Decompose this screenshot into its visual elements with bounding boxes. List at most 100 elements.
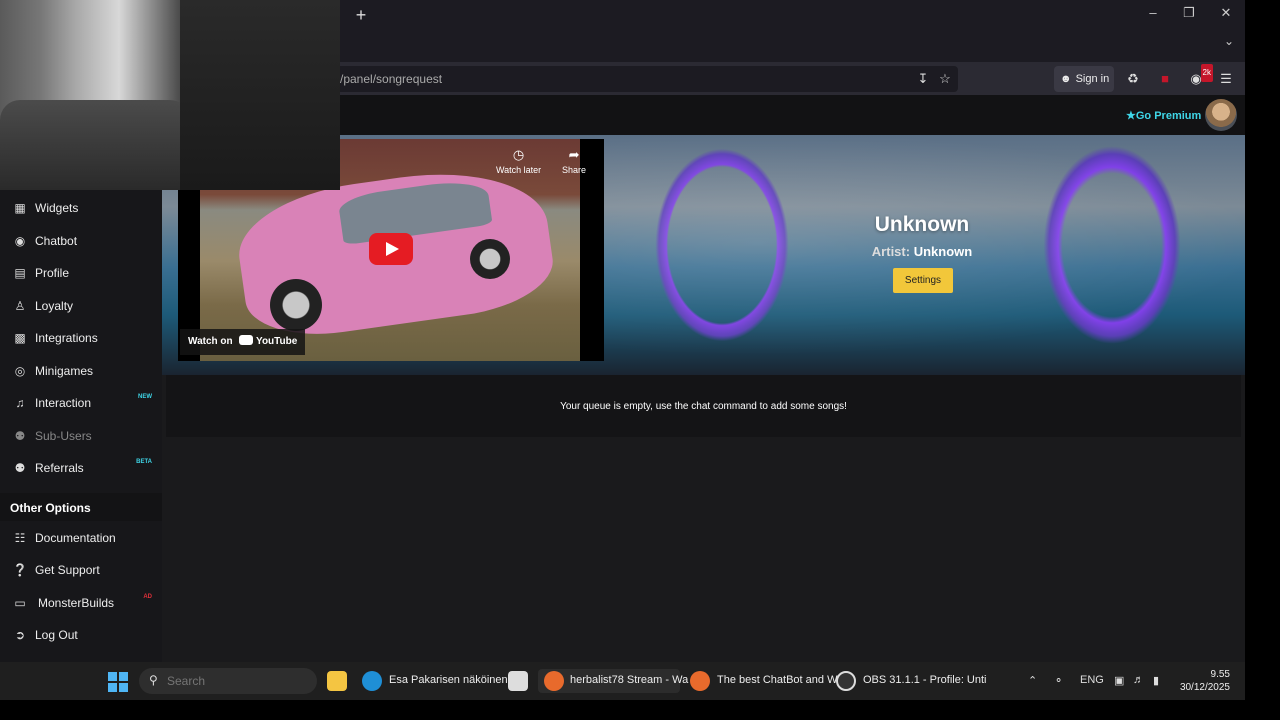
sidebar-item-loyalty[interactable]: ♙ Loyalty (0, 291, 162, 321)
song-title: Unknown (874, 213, 970, 236)
song-queue: Your queue is empty, use the chat comman… (166, 375, 1241, 437)
url-text[interactable]: /panel/songrequest (340, 72, 442, 86)
search-input[interactable] (167, 672, 307, 690)
sidebar-item-chatbot[interactable]: ◉ Chatbot (0, 226, 162, 256)
settings-button[interactable]: Settings (893, 268, 953, 293)
watch-on-label: Watch on (188, 336, 233, 347)
taskbar-clock[interactable]: 9.55 30/12/2025 (1174, 668, 1230, 694)
firefox-icon (690, 671, 710, 691)
clock-time: 9.55 (1210, 669, 1230, 680)
extension-badge-icon[interactable]: ◉ 2k (1187, 64, 1213, 88)
taskbar-app-firefox-chatbot[interactable]: The best ChatBot and W (690, 669, 837, 693)
beta-badge: BETA (136, 459, 152, 465)
extension-red-icon[interactable]: ■ (1156, 70, 1174, 88)
sidebar-item-referrals[interactable]: ⚉ Referrals BETA (0, 453, 162, 483)
share-button[interactable]: ➦ Share (562, 147, 586, 175)
sidebar-item-label: MonsterBuilds (38, 596, 115, 610)
sidebar-item-label: Profile (35, 266, 70, 280)
watch-later-label: Watch later (496, 165, 542, 175)
sidebar-item-log-out[interactable]: ➲ Log Out (0, 620, 162, 650)
ad-badge: AD (143, 594, 152, 600)
battery-icon[interactable]: ▮ (1153, 674, 1159, 687)
sidebar-item-widgets[interactable]: ▦ Widgets (0, 193, 162, 223)
sign-in-button[interactable]: ☻ Sign in (1054, 66, 1114, 92)
minimize-button[interactable]: – (1138, 2, 1168, 24)
go-premium-link[interactable]: ★Go Premium (1126, 109, 1201, 122)
watch-on-youtube-link[interactable]: Watch on YouTube (180, 329, 306, 355)
extension-badge: 2k (1200, 64, 1213, 82)
sidebar-item-sub-users[interactable]: ⚉ Sub-Users (0, 421, 162, 451)
windows-start-icon[interactable] (108, 672, 128, 692)
close-button[interactable]: ✕ (1211, 2, 1241, 24)
sidebar-item-label: Integrations (35, 331, 98, 345)
taskbar-app-obs[interactable]: OBS 31.1.1 - Profile: Unti (836, 669, 987, 693)
go-premium-label: Go Premium (1135, 110, 1202, 122)
main-content: ◷ Watch later ➦ Share Watch on YouTube Unk… (162, 135, 1245, 662)
taskbar-app-firefox-stream[interactable]: herbalist78 Stream - Wa (538, 669, 688, 693)
star-icon: ★ (1126, 110, 1136, 122)
sidebar-item-integrations[interactable]: ▩ Integrations (0, 323, 162, 353)
url-bar[interactable]: /panel/songrequest ↧ ☆ (330, 66, 958, 92)
sidebar-item-monsterbuilds[interactable]: ▭ MonsterBuilds AD (0, 588, 162, 618)
account-icon: ☻ (1060, 73, 1072, 85)
sidebar-item-minigames[interactable]: ◎ Minigames (0, 356, 162, 386)
tray-overflow-icon[interactable]: ⌃ (1028, 674, 1037, 687)
sign-in-label: Sign in (1075, 73, 1110, 85)
share-label: Share (562, 165, 587, 175)
sidebar-item-label: Log Out (35, 628, 78, 642)
wheel (470, 239, 510, 279)
chevron-down-icon[interactable]: ⌄ (1218, 34, 1240, 54)
taskbar: ⚲ Esa Pakarisen näköinen herbalist78 Str… (0, 662, 1245, 700)
avatar[interactable] (1205, 99, 1237, 131)
sidebar-item-label: Widgets (35, 201, 79, 215)
youtube-play-button[interactable] (369, 233, 413, 265)
file-explorer-icon[interactable] (327, 669, 349, 693)
id-card-icon: ▤ (14, 266, 26, 280)
sidebar-item-profile[interactable]: ▤ Profile (0, 258, 162, 288)
wheel (270, 279, 322, 331)
other-options-heading: Other Options (0, 493, 162, 521)
sidebar-item-label: Loyalty (35, 299, 74, 313)
grid-icon: ▦ (14, 201, 26, 215)
artist-label: Artist: (871, 244, 911, 259)
restore-button[interactable]: ❐ (1174, 2, 1204, 24)
laptop-icon: ▭ (14, 596, 26, 610)
sidebar-item-documentation[interactable]: ☷ Documentation (0, 523, 162, 553)
store-bag-icon (508, 671, 528, 691)
taskbar-app-edge[interactable]: Esa Pakarisen näköinen (362, 669, 508, 693)
sidebar-item-label: Sub-Users (35, 429, 92, 443)
menu-icon[interactable]: ☰ (1217, 70, 1235, 88)
sidebar-item-label: Minigames (35, 364, 94, 378)
store-icon[interactable] (508, 669, 530, 693)
book-icon: ☷ (14, 531, 26, 545)
microphone-icon[interactable]: ⚬ (1054, 674, 1063, 687)
youtube-logo-icon (239, 335, 254, 345)
bookmark-star-icon[interactable]: ☆ (937, 71, 953, 87)
gamepad-icon: ◎ (14, 364, 26, 378)
youtube-label: YouTube (256, 336, 298, 347)
edge-icon (362, 671, 382, 691)
sidebar-item-label: Interaction (35, 396, 92, 410)
watch-later-button[interactable]: ◷ Watch later (496, 147, 541, 175)
webcam-person (180, 0, 340, 190)
obs-icon (836, 671, 856, 691)
webcam-overlay (0, 0, 340, 190)
new-badge: NEW (138, 394, 152, 400)
sidebar-item-get-support[interactable]: ❔ Get Support (0, 555, 162, 585)
sidebar-item-label: Get Support (35, 563, 100, 577)
save-page-icon[interactable]: ↧ (915, 71, 931, 87)
sidebar-item-interaction[interactable]: ♫ Interaction NEW (0, 388, 162, 418)
search-icon: ⚲ (149, 673, 158, 687)
taskbar-app-label: OBS 31.1.1 - Profile: Unti (863, 674, 987, 686)
artist-name: Unknown (913, 244, 973, 259)
screen-border-bottom (0, 700, 1280, 720)
clock-date: 30/12/2025 (1179, 682, 1230, 693)
extensions-icon[interactable]: ♻ (1124, 70, 1142, 88)
volume-icon[interactable]: ♬ (1133, 674, 1144, 686)
sidebar: ▦ Widgets ◉ Chatbot ▤ Profile ♙ Loyalty ▩ Int… (0, 135, 162, 662)
new-tab-button[interactable]: + (350, 4, 372, 26)
language-indicator[interactable]: ENG (1080, 674, 1104, 686)
network-icon[interactable]: ▣ (1114, 674, 1124, 687)
taskbar-search[interactable]: ⚲ (139, 668, 317, 694)
screen: + – ❐ ✕ ⌄ /panel/songrequest ↧ ☆ ☻ Sign i… (0, 0, 1280, 720)
